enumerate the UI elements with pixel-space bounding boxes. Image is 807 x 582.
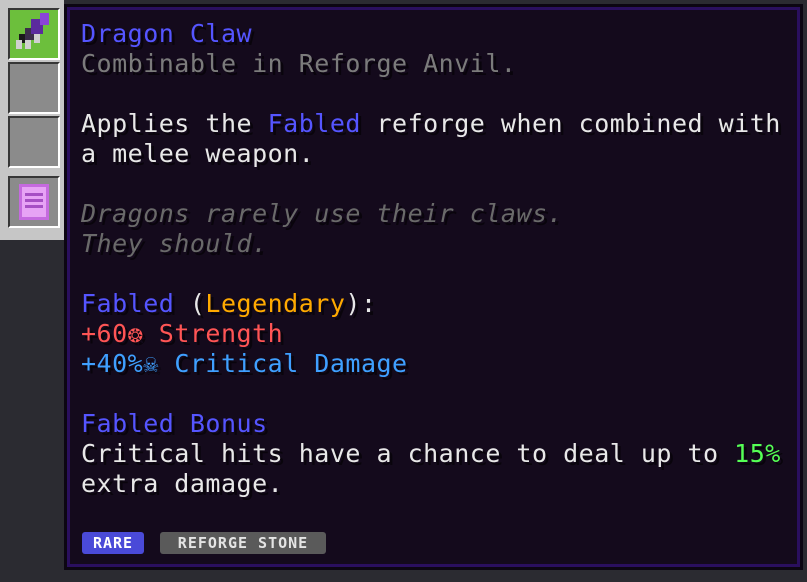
strength-icon: ❂ — [127, 319, 144, 348]
dragon-claw-icon — [16, 13, 49, 49]
inventory-panel — [0, 0, 64, 240]
bonus-title: Fabled Bonus — [81, 409, 268, 438]
item-description-line-2: a melee weapon. — [81, 139, 315, 168]
rarity-badge: RARE — [82, 532, 144, 554]
bonus-line-2: extra damage. — [81, 469, 284, 498]
item-subtitle: Combinable in Reforge Anvil. — [81, 49, 517, 78]
inventory-slot-dragon-claw[interactable] — [8, 8, 60, 60]
inventory-slot-empty[interactable] — [8, 62, 60, 114]
bonus-line-1: Critical hits have a chance to deal up t… — [81, 439, 781, 468]
item-description-line-1: Applies the Fabled reforge when combined… — [81, 109, 781, 138]
item-lore-line-2: They should. — [81, 229, 268, 258]
item-type-badge: REFORGE STONE — [160, 532, 326, 554]
skull-icon: ☠ — [143, 349, 159, 378]
reforge-rarity: Legendary — [205, 289, 346, 318]
stat-strength: +60❂ Strength — [81, 319, 284, 348]
stat-crit-damage: +40%☠ Critical Damage — [81, 349, 408, 378]
enchanted-book-icon — [19, 184, 49, 220]
reforge-header: Fabled (Legendary): — [81, 289, 377, 318]
item-lore-line-1: Dragons rarely use their claws. — [81, 199, 564, 228]
item-name: Dragon Claw — [81, 19, 253, 48]
inventory-slot-book[interactable] — [8, 176, 60, 228]
reforge-highlight: Fabled — [267, 109, 361, 138]
item-tooltip: Dragon Claw Combinable in Reforge Anvil.… — [64, 4, 803, 570]
inventory-slot-empty[interactable] — [8, 116, 60, 168]
bonus-highlight: 15% — [734, 439, 781, 468]
